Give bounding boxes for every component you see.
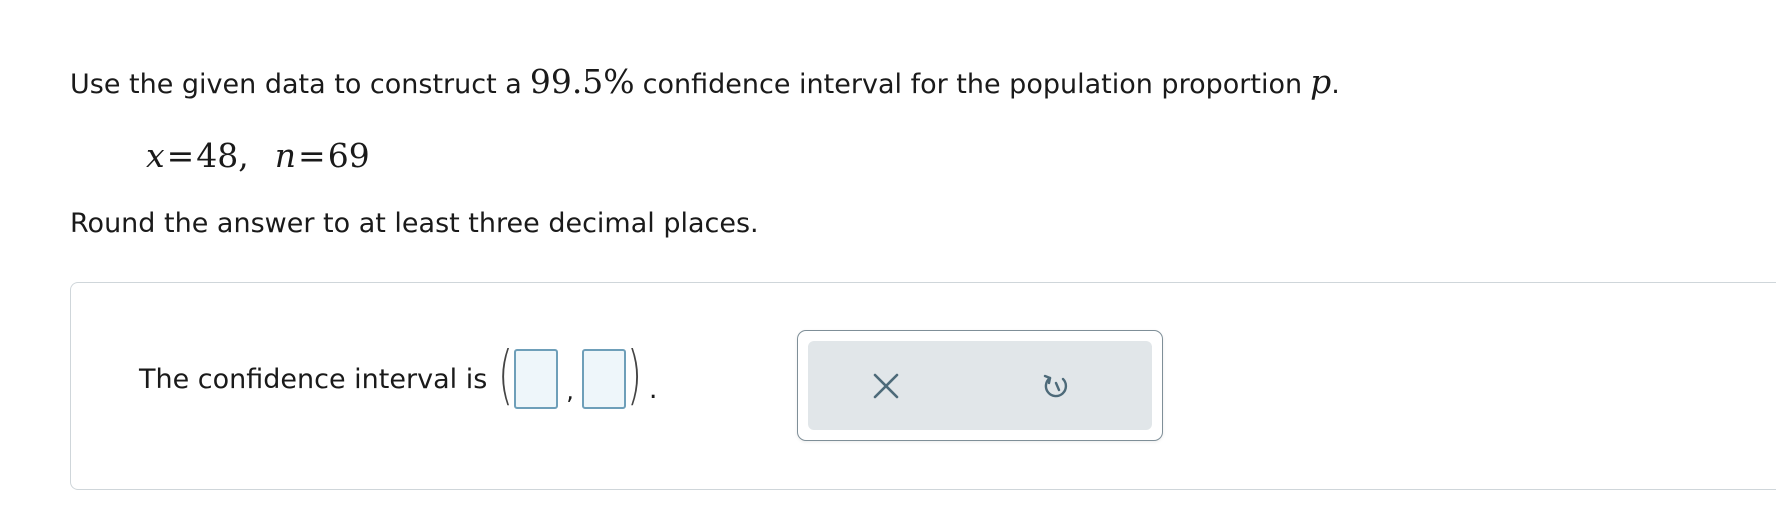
- prompt-text-after: confidence interval for the population p…: [642, 69, 1303, 100]
- answer-toolbar: [797, 330, 1163, 441]
- prompt-text-before: Use the given data to construct a: [70, 69, 522, 100]
- parameter-symbol: p: [1310, 62, 1332, 101]
- answer-label: The confidence interval is: [139, 363, 488, 395]
- answer-period: .: [648, 374, 658, 405]
- lower-bound-input[interactable]: [514, 349, 559, 409]
- n-value: 69: [327, 136, 370, 175]
- upper-bound-input[interactable]: [581, 349, 626, 409]
- undo-icon: [1043, 374, 1068, 397]
- confidence-level: 99.5%: [529, 62, 635, 101]
- x-icon: [873, 373, 899, 398]
- clear-button[interactable]: [846, 341, 926, 430]
- given-separator: ,: [238, 136, 249, 175]
- question-prompt: Use the given data to construct a 99.5% …: [70, 62, 1340, 101]
- left-paren: (: [498, 339, 514, 413]
- undo-button[interactable]: [1016, 341, 1096, 430]
- x-equals: =: [166, 136, 195, 175]
- rounding-instruction: Round the answer to at least three decim…: [70, 208, 759, 239]
- answer-row: The confidence interval is ( , ) .: [139, 344, 658, 409]
- interval-comma: ,: [566, 377, 574, 405]
- given-data: x=48, n=69: [146, 136, 370, 175]
- x-label: x: [146, 136, 165, 175]
- prompt-period: .: [1331, 69, 1340, 100]
- right-paren: ): [626, 339, 642, 413]
- x-value: 48: [196, 136, 239, 175]
- n-equals: =: [298, 136, 326, 175]
- n-label: n: [274, 136, 297, 175]
- toolbar-background: [808, 341, 1152, 430]
